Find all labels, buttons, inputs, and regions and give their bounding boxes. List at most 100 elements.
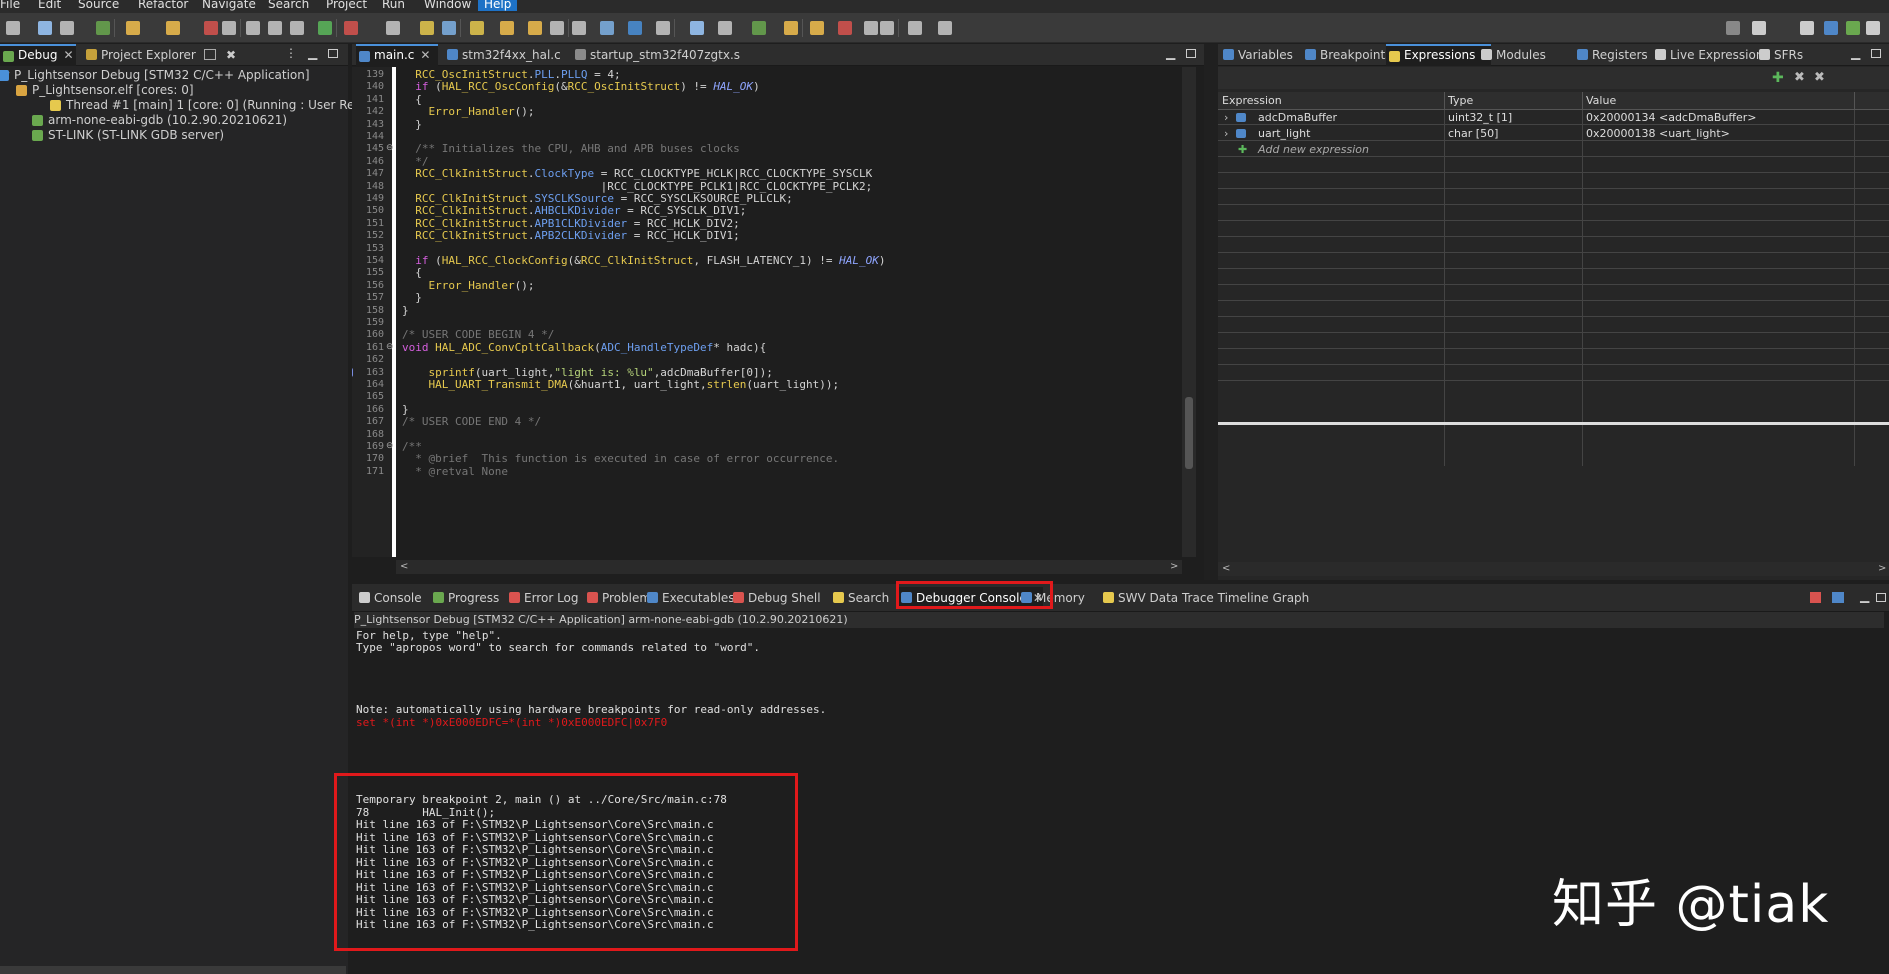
build-icon[interactable] [752,21,766,35]
tab-breakpoints[interactable]: Breakpoints [1302,44,1391,66]
horizontal-scrollbar[interactable]: < > [1218,562,1889,576]
sash[interactable] [1204,44,1218,580]
remove-all-icon[interactable]: ✖ [1814,70,1825,85]
column-value[interactable]: Value [1586,94,1616,107]
display-console-icon[interactable] [1832,592,1844,603]
step-return-icon[interactable] [938,21,952,35]
debug-tree-item[interactable]: Thread #1 [main] 1 [core: 0] (Running : … [66,98,393,112]
menu-search[interactable]: Search [268,0,309,11]
scroll-right-icon[interactable]: > [1170,561,1178,572]
menu-run[interactable]: Run [382,0,405,11]
remove-expression-icon[interactable]: ✖ [1794,70,1805,85]
tab-modules[interactable]: Modules [1478,44,1546,66]
table-row[interactable] [1218,238,1889,253]
next-annotation-icon[interactable] [528,21,542,35]
breakpoint-icon[interactable] [352,367,353,377]
open-file-icon[interactable] [420,21,434,35]
table-row[interactable] [1218,318,1889,333]
mx-icon[interactable] [1824,21,1838,35]
forward-icon[interactable] [500,21,514,35]
menu-project[interactable]: Project [326,0,367,11]
terminate-icon[interactable] [864,21,878,35]
remove-terminated-icon[interactable]: ✖ [226,48,236,62]
code-line[interactable]: * @retval None [402,465,508,478]
tab-debug[interactable]: Debug ✕ [0,44,76,66]
terminal-icon[interactable] [600,21,614,35]
run-icon[interactable] [318,21,332,35]
scroll-left-icon[interactable]: < [1222,563,1230,574]
step-return-icon[interactable] [290,21,304,35]
vertical-scrollbar[interactable] [1182,67,1196,557]
fold-icon[interactable]: ⊖ [386,143,394,153]
add-expression-icon[interactable]: ✚ [1772,70,1784,86]
step-over-icon[interactable] [268,21,282,35]
code-line[interactable]: { [402,266,422,279]
resume-icon[interactable] [166,21,180,35]
column-type[interactable]: Type [1448,94,1473,107]
search-icon[interactable] [1726,21,1740,35]
menu-window[interactable]: Window [424,0,471,11]
code-line[interactable]: RCC_ClkInitStruct.APB2CLKDivider = RCC_H… [402,229,740,242]
menu-source[interactable]: Source [78,0,119,11]
prev-annotation-icon[interactable] [550,21,564,35]
maximize-icon[interactable] [1876,593,1886,602]
code-line[interactable]: void HAL_ADC_ConvCpltCallback(ADC_Handle… [402,341,766,354]
terminate-icon[interactable] [1810,592,1821,603]
table-row[interactable] [1218,286,1889,301]
code-line[interactable]: if (HAL_RCC_ClockConfig(&RCC_ClkInitStru… [402,254,885,267]
view-menu-icon[interactable]: ⋮ [285,46,297,60]
fold-icon[interactable]: ⊖ [386,342,394,352]
scroll-right-icon[interactable]: > [1878,563,1886,574]
debug-perspective-icon[interactable] [1846,21,1860,35]
back-icon[interactable] [470,21,484,35]
left-scrollbar[interactable] [0,966,346,974]
add-new-expression[interactable]: Add new expression [1258,142,1369,157]
horizontal-scrollbar[interactable]: < > [396,560,1182,574]
table-row[interactable]: › uart_light char [50] 0x20000138 <uart_lig… [1218,126,1889,141]
table-row[interactable] [1218,366,1889,381]
menu-edit[interactable]: Edit [38,0,61,11]
step-into-icon[interactable] [880,21,894,35]
table-row[interactable] [1218,270,1889,285]
expand-toggle-icon[interactable]: › [1224,126,1228,141]
tab-progress[interactable]: Progress [430,587,499,609]
code-line[interactable]: } [402,304,409,317]
tab-variables[interactable]: Variables [1220,44,1293,66]
tab-registers[interactable]: Registers [1574,44,1648,66]
suspend-icon[interactable] [838,21,852,35]
tab-startup-s[interactable]: startup_stm32f407zgtx.s [572,44,740,66]
tab-sfrs[interactable]: SFRs [1756,44,1803,66]
expand-toggle-icon[interactable]: › [1224,110,1228,125]
menu-file[interactable]: File [0,0,20,11]
step-into-icon[interactable] [246,21,260,35]
debug-icon[interactable] [784,21,798,35]
tab-main-c[interactable]: main.c ✕ [356,44,438,66]
menu-navigate[interactable]: Navigate [202,0,256,11]
scroll-thumb[interactable] [1185,397,1193,469]
perspective-icon[interactable] [1800,21,1814,35]
save-icon[interactable] [690,21,704,35]
minimize-icon[interactable]: ▁ [1166,46,1175,60]
table-row[interactable] [1218,302,1889,317]
table-row[interactable] [1218,350,1889,365]
layout-icon[interactable] [1752,21,1766,35]
tab-debug-shell[interactable]: Debug Shell [730,587,821,609]
code-line[interactable]: } [402,118,422,131]
tab-stm32f4xx-hal-c[interactable]: stm32f4xx_hal.c [444,44,561,66]
new-icon[interactable] [6,21,20,35]
code-line[interactable]: Error_Handler(); [402,105,535,118]
tab-swv-data-trace-timeline-graph[interactable]: SWV Data Trace Timeline Graph [1100,587,1309,609]
close-icon[interactable]: ✕ [420,48,430,62]
table-row[interactable] [1218,206,1889,221]
step-over-icon[interactable] [908,21,922,35]
info-icon[interactable] [628,21,642,35]
tab-project-explorer[interactable]: Project Explorer [83,44,196,66]
debug-tree-item[interactable]: P_Lightsensor.elf [cores: 0] [32,83,194,97]
external-tools-icon[interactable] [386,21,400,35]
minimize-icon[interactable]: ▁ [1851,46,1860,60]
tab-console[interactable]: Console [356,587,422,609]
menu-help[interactable]: Help [478,0,518,11]
fold-icon[interactable]: ⊖ [386,441,394,451]
table-row[interactable] [1218,334,1889,349]
save-all-icon[interactable] [718,21,732,35]
